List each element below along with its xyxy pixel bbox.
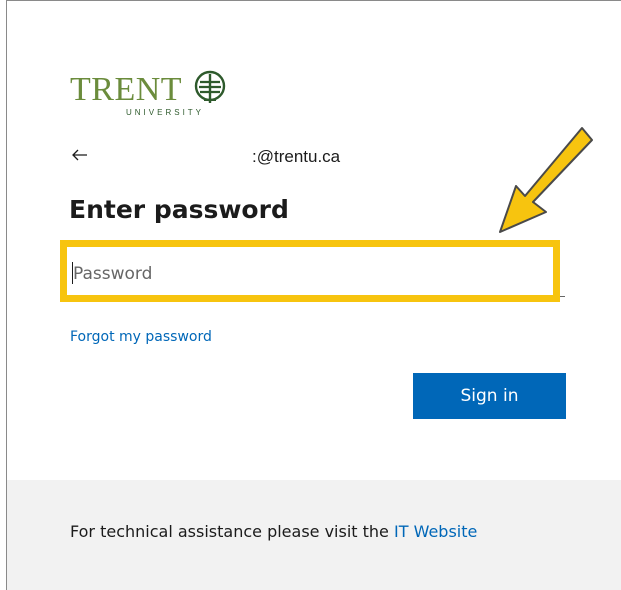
trent-logo: TRENT UNIVERSITY xyxy=(70,70,240,118)
logo-subtitle: UNIVERSITY xyxy=(126,108,205,117)
password-field[interactable] xyxy=(72,256,550,292)
back-arrow-icon[interactable] xyxy=(69,144,91,166)
sign-in-button[interactable]: Sign in xyxy=(413,373,566,419)
footer-text-prefix: For technical assistance please visit th… xyxy=(70,522,394,541)
text-caret xyxy=(72,262,73,284)
forgot-password-link[interactable]: Forgot my password xyxy=(70,327,212,347)
password-underline xyxy=(65,296,565,297)
footer: For technical assistance please visit th… xyxy=(7,480,621,590)
it-website-link[interactable]: IT Website xyxy=(394,522,477,541)
footer-help-text: For technical assistance please visit th… xyxy=(70,521,477,543)
account-email: :@trentu.ca xyxy=(252,147,341,166)
trent-crest-icon xyxy=(194,70,226,103)
page-title: Enter password xyxy=(69,195,289,224)
logo-wordmark: TRENT xyxy=(70,71,183,108)
